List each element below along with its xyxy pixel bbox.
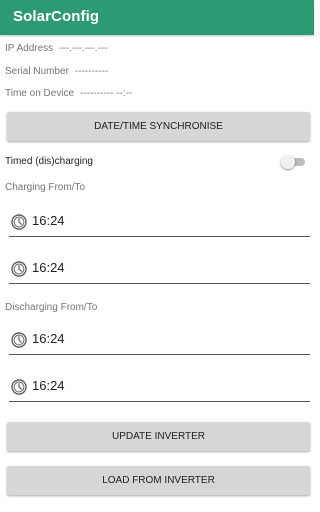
charging-to-field[interactable]: 16:24 bbox=[9, 257, 310, 284]
serial-number-value: ---------- bbox=[74, 66, 109, 77]
discharging-to-field[interactable]: 16:24 bbox=[9, 375, 310, 402]
app-bar: SolarConfig bbox=[0, 0, 314, 35]
discharging-to-value: 16:24 bbox=[32, 378, 65, 393]
switch-thumb bbox=[281, 155, 295, 169]
charging-from-value: 16:24 bbox=[32, 213, 65, 228]
ip-address-label: IP Address bbox=[5, 43, 54, 54]
time-on-device-row: Time on Device ---------- --:-- bbox=[5, 88, 132, 99]
load-from-inverter-label: LOAD FROM INVERTER bbox=[102, 475, 215, 486]
clock-icon bbox=[11, 214, 27, 230]
serial-number-row: Serial Number ---------- bbox=[5, 66, 108, 77]
charging-section-label: Charging From/To bbox=[5, 182, 86, 193]
app-title: SolarConfig bbox=[13, 8, 100, 25]
time-on-device-value: ---------- --:-- bbox=[80, 88, 133, 99]
datetime-sync-label: DATE/TIME SYNCHRONISE bbox=[94, 121, 223, 132]
discharging-from-field[interactable]: 16:24 bbox=[9, 328, 310, 355]
datetime-sync-button[interactable]: DATE/TIME SYNCHRONISE bbox=[7, 112, 310, 141]
clock-icon bbox=[11, 332, 27, 348]
timed-charging-switch[interactable] bbox=[281, 155, 305, 169]
update-inverter-label: UPDATE INVERTER bbox=[112, 431, 205, 442]
ip-address-value: ---.---.---.--- bbox=[59, 43, 108, 54]
ip-address-row: IP Address ---.---.---.--- bbox=[5, 43, 107, 54]
update-inverter-button[interactable]: UPDATE INVERTER bbox=[7, 422, 310, 451]
clock-icon bbox=[11, 261, 27, 277]
load-from-inverter-button[interactable]: LOAD FROM INVERTER bbox=[7, 466, 310, 495]
serial-number-label: Serial Number bbox=[5, 66, 69, 77]
time-on-device-label: Time on Device bbox=[5, 88, 75, 99]
clock-icon bbox=[11, 379, 27, 395]
discharging-from-value: 16:24 bbox=[32, 331, 65, 346]
charging-to-value: 16:24 bbox=[32, 260, 65, 275]
charging-from-field[interactable]: 16:24 bbox=[9, 210, 310, 237]
discharging-section-label: Discharging From/To bbox=[5, 302, 98, 313]
timed-charging-label: Timed (dis)charging bbox=[5, 156, 93, 167]
